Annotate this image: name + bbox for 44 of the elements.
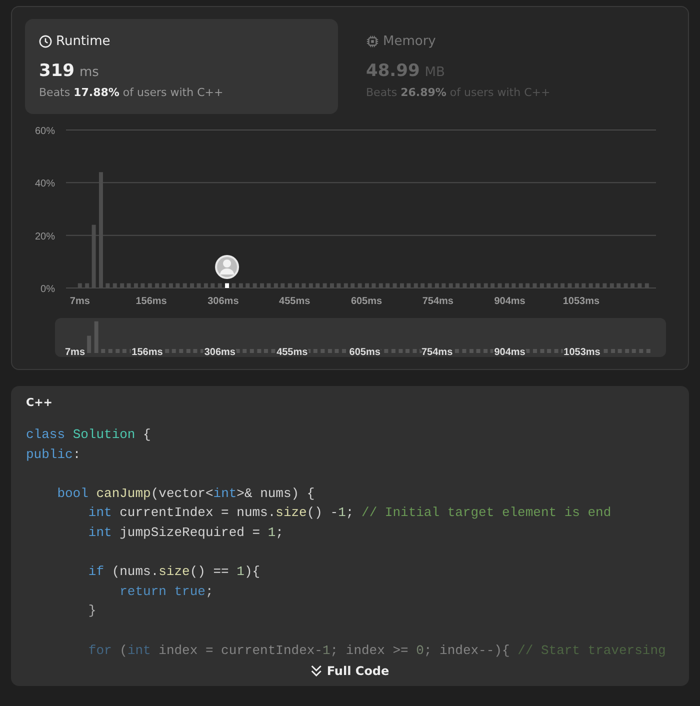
code-line: int currentIndex = nums.size() -1; // Initial target element is end	[87, 504, 612, 522]
range-label: 156ms	[132, 347, 163, 357]
code-line: public:	[26, 446, 81, 464]
range-label: 7ms	[65, 347, 85, 357]
axis-label: 754ms	[422, 296, 454, 307]
stat-value: 48.99	[366, 61, 420, 81]
code-line: for (int index = currentIndex-1; index >= 0; index--){ // Start traversing	[87, 642, 666, 660]
range-label: 455ms	[276, 347, 308, 357]
axis-label: 0%	[40, 284, 55, 295]
axis-label: 7ms	[70, 296, 90, 307]
axis-label: 40%	[34, 178, 55, 190]
double-chevron-icon	[310, 665, 322, 677]
full-code-button[interactable]: Full Code	[306, 662, 394, 680]
code-line: if (nums.size() == 1){	[87, 563, 260, 582]
range-navigator[interactable]: 7ms 156ms 306ms 455ms 605ms 754ms 904ms 1053ms	[55, 318, 666, 357]
language-label: C++	[26, 396, 54, 409]
stat-tab[interactable]: Runtime 319 ms Beats 17.88% of users with C++	[25, 19, 338, 114]
code-line: bool canJump(vector<int>& nums) {	[56, 484, 315, 503]
range-label: 904ms	[494, 347, 526, 357]
stat-title: Memory	[383, 34, 436, 48]
axis-label: 60%	[34, 126, 55, 137]
code-line: class Solution {	[26, 426, 151, 444]
range-label: 754ms	[422, 347, 453, 357]
beats-text: Beats 17.88% of users with C++	[39, 86, 224, 99]
bar[interactable]	[225, 283, 230, 288]
range-label: 1053ms	[564, 347, 600, 357]
range-label: 605ms	[349, 347, 380, 357]
avatar-icon	[215, 255, 240, 279]
stat-unit: ms	[80, 65, 99, 80]
axis-label: 20%	[34, 231, 55, 242]
axis-label: 306ms	[208, 296, 239, 307]
code-line: int jumpSizeRequired = 1;	[87, 524, 284, 542]
axis-label: 605ms	[350, 296, 382, 307]
range-label: 306ms	[204, 347, 236, 357]
axis-label: 904ms	[494, 296, 526, 307]
stat-title: Runtime	[56, 34, 110, 48]
axis-label: 455ms	[279, 296, 310, 307]
clock-icon	[39, 34, 52, 48]
axis-label: 1053ms	[562, 296, 600, 307]
code-line: }	[87, 602, 96, 620]
code-line: return true;	[118, 582, 214, 601]
chip-icon	[366, 34, 379, 48]
axis-label: 156ms	[136, 296, 167, 307]
stat-value: 319	[39, 61, 74, 81]
